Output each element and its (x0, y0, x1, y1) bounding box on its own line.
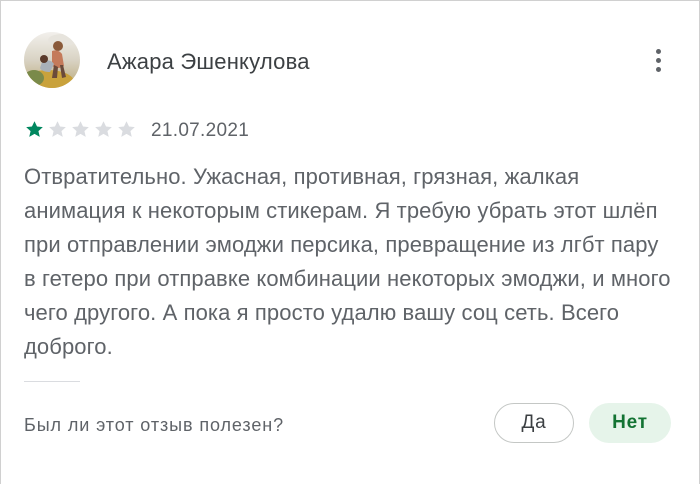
more-vert-icon-dot (655, 57, 661, 63)
star-rating (24, 119, 137, 140)
left-border (0, 0, 1, 484)
more-options-button[interactable] (640, 40, 676, 80)
divider (24, 381, 80, 382)
star-empty-icon (118, 121, 135, 137)
more-vert-icon-dot (655, 66, 661, 72)
star-empty-icon (72, 121, 89, 137)
helpful-question: Был ли этот отзыв полезен? (24, 415, 285, 435)
top-border (0, 0, 700, 1)
helpful-yes-button[interactable]: Да (494, 403, 574, 443)
star-empty-icon (49, 121, 66, 137)
review-text: Отвратительно. Ужасная, противная, грязн… (24, 164, 671, 359)
review-date: 21.07.2021 (151, 120, 250, 141)
star-empty-icon (95, 121, 112, 137)
helpful-no-button[interactable]: Нет (589, 403, 671, 443)
author-name: Ажара Эшенкулова (107, 49, 310, 74)
avatar (24, 32, 80, 88)
user-avatar-photo-icon (24, 32, 80, 88)
star-filled-icon (26, 121, 43, 137)
more-vert-icon (655, 48, 661, 54)
